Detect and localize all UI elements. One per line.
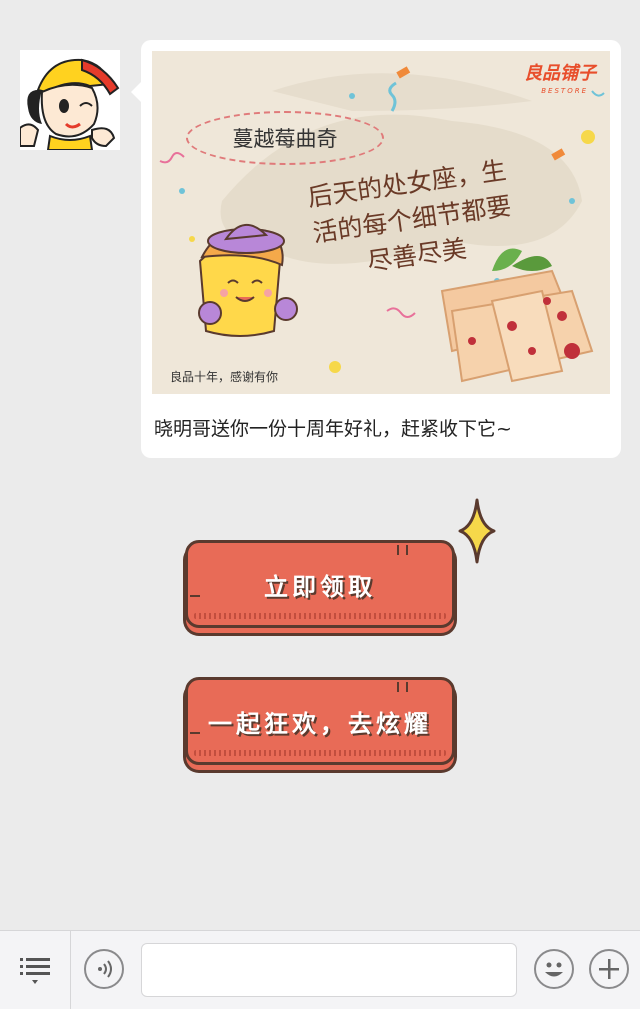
list-menu-icon	[20, 958, 50, 984]
voice-input-button[interactable]	[84, 949, 124, 989]
plus-icon	[599, 959, 619, 979]
button-decoration	[190, 595, 200, 597]
sender-avatar[interactable]	[20, 50, 120, 150]
product-name-label: 蔓越莓曲奇	[186, 111, 384, 165]
banner-caption: 良品十年，感谢有你	[170, 370, 279, 384]
chat-input-bar	[0, 930, 640, 1009]
button-hatch	[194, 613, 446, 619]
button-decoration	[190, 732, 200, 734]
promo-banner-image[interactable]: 蔓越莓曲奇 良品铺子 BESTORE 后天的处女座，生 活的每个细节都要 尽善尽…	[152, 51, 610, 394]
cookies-image	[440, 248, 594, 383]
share-label: 一起狂欢，去炫耀	[208, 709, 432, 738]
brand-logo-text: 良品铺子	[524, 63, 596, 84]
voice-icon	[98, 960, 112, 978]
mascot-character	[198, 224, 298, 337]
cartoon-girl-avatar-icon	[20, 50, 120, 150]
emoji-icon	[545, 962, 563, 977]
claim-gift-label: 立即领取	[264, 572, 376, 601]
emoji-button[interactable]	[534, 949, 574, 989]
more-options-button[interactable]	[589, 949, 629, 989]
button-decoration	[397, 682, 408, 692]
message-text: 晓明哥送你一份十周年好礼，赶紧收下它~	[154, 418, 512, 440]
button-hatch	[194, 750, 446, 756]
menu-toggle-button[interactable]	[0, 931, 71, 1009]
sparkle-icon	[458, 498, 496, 564]
share-button[interactable]: 一起狂欢，去炫耀	[185, 677, 455, 765]
message-input[interactable]	[141, 943, 517, 997]
claim-gift-button[interactable]: 立即领取	[185, 540, 455, 628]
message-bubble[interactable]: 蔓越莓曲奇 良品铺子 BESTORE 后天的处女座，生 活的每个细节都要 尽善尽…	[131, 40, 621, 458]
brand-logo-english: BESTORE	[541, 87, 588, 95]
button-decoration	[397, 545, 408, 555]
